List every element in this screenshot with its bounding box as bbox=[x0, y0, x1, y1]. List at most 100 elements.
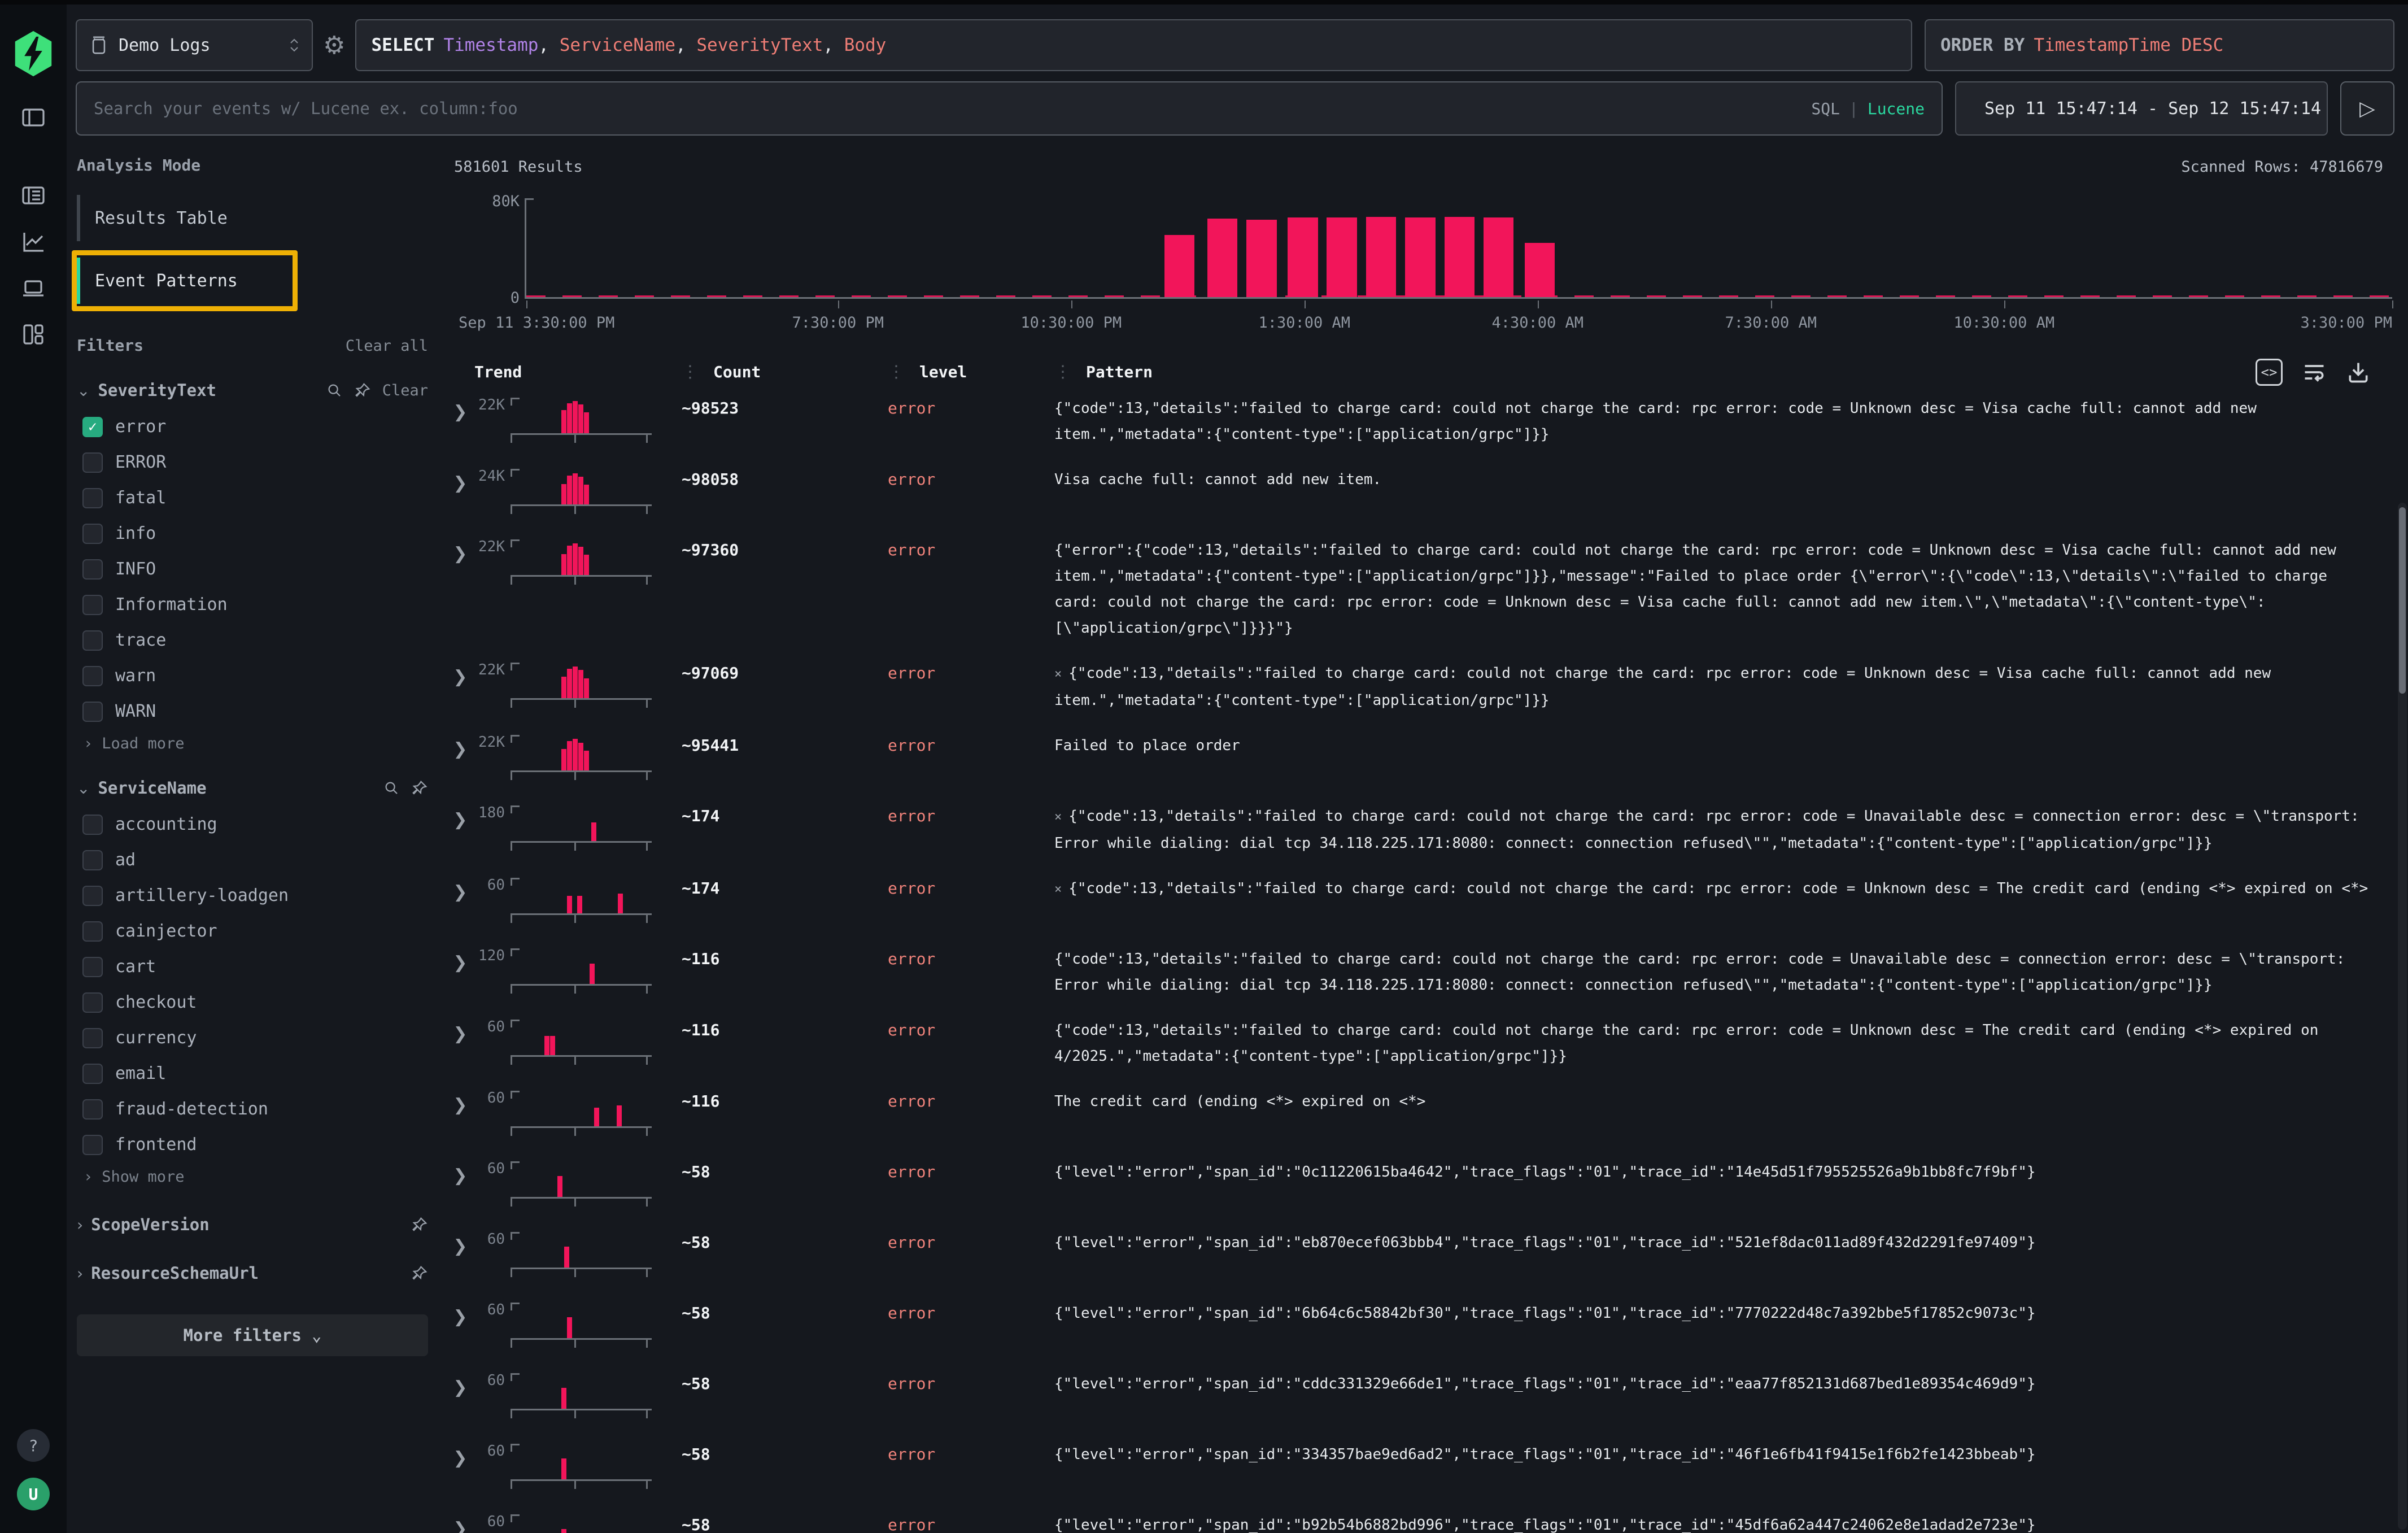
column-drag-handle-icon[interactable]: ⋮ bbox=[888, 362, 905, 382]
service-filter-option[interactable]: ad bbox=[77, 842, 428, 878]
pattern-cell[interactable]: The credit card (ending <*> expired on <… bbox=[1054, 1087, 2374, 1114]
checkbox-unchecked[interactable] bbox=[82, 452, 103, 473]
table-row[interactable]: ❯24K~98058errorVisa cache full: cannot a… bbox=[447, 456, 2408, 527]
checkbox-unchecked[interactable] bbox=[82, 815, 103, 835]
table-row[interactable]: ❯22K~95441errorFailed to place order bbox=[447, 722, 2408, 793]
checkbox-unchecked[interactable] bbox=[82, 886, 103, 906]
service-filter-option[interactable]: currency bbox=[77, 1020, 428, 1056]
pattern-cell[interactable]: {"level":"error","span_id":"b92b54b6882b… bbox=[1054, 1511, 2374, 1533]
checkbox-unchecked[interactable] bbox=[82, 850, 103, 870]
checkbox-checked[interactable]: ✓ bbox=[82, 417, 103, 437]
service-filter-option[interactable]: email bbox=[77, 1056, 428, 1091]
vertical-scrollbar[interactable] bbox=[2398, 503, 2407, 1530]
pin-icon[interactable] bbox=[411, 1265, 428, 1282]
clear-all-filters-button[interactable]: Clear all bbox=[346, 337, 428, 355]
severity-clear-button[interactable]: Clear bbox=[382, 382, 428, 399]
severity-filter-option[interactable]: INFO bbox=[77, 551, 428, 587]
gear-icon[interactable]: ⚙ bbox=[323, 31, 345, 60]
histogram-bar[interactable] bbox=[1405, 217, 1436, 297]
column-header-count[interactable]: ⋮Count bbox=[682, 362, 888, 382]
pattern-cell[interactable]: {"level":"error","span_id":"cddc331329e6… bbox=[1054, 1370, 2374, 1397]
severity-filter-option[interactable]: trace bbox=[77, 622, 428, 658]
row-expand-chevron-icon[interactable]: ❯ bbox=[447, 536, 473, 564]
row-expand-chevron-icon[interactable]: ❯ bbox=[447, 874, 473, 902]
severity-filter-option[interactable]: fatal bbox=[77, 480, 428, 516]
checkbox-unchecked[interactable] bbox=[82, 1099, 103, 1120]
row-expand-chevron-icon[interactable]: ❯ bbox=[447, 1299, 473, 1327]
table-row[interactable]: ❯60~116errorThe credit card (ending <*> … bbox=[447, 1078, 2408, 1149]
checkbox-unchecked[interactable] bbox=[82, 1064, 103, 1084]
severity-filter-option[interactable]: info bbox=[77, 516, 428, 551]
pattern-cell[interactable]: ×{"code":13,"details":"failed to charge … bbox=[1054, 874, 2374, 903]
text-wrap-icon[interactable] bbox=[2302, 360, 2327, 385]
date-range-picker[interactable]: Sep 11 15:47:14 - Sep 12 15:47:14 bbox=[1955, 81, 2328, 136]
histogram-bar[interactable] bbox=[1246, 220, 1277, 297]
more-filters-button[interactable]: More filters ⌄ bbox=[77, 1314, 428, 1356]
hyperdx-logo-icon[interactable] bbox=[9, 29, 58, 78]
row-expand-chevron-icon[interactable]: ❯ bbox=[447, 1016, 473, 1044]
pattern-cell[interactable]: {"code":13,"details":"failed to charge c… bbox=[1054, 1016, 2374, 1069]
checkbox-unchecked[interactable] bbox=[82, 992, 103, 1013]
row-expand-chevron-icon[interactable]: ❯ bbox=[447, 945, 473, 973]
checkbox-unchecked[interactable] bbox=[82, 524, 103, 544]
checkbox-unchecked[interactable] bbox=[82, 666, 103, 686]
search-input[interactable]: Search your events w/ Lucene ex. column:… bbox=[76, 81, 1943, 136]
scope-version-group[interactable]: › ScopeVersion bbox=[77, 1215, 428, 1234]
tab-event-patterns[interactable]: Event Patterns bbox=[77, 258, 293, 304]
histogram-bar[interactable] bbox=[1366, 217, 1397, 297]
pin-icon[interactable] bbox=[411, 779, 428, 796]
checkbox-unchecked[interactable] bbox=[82, 1028, 103, 1048]
service-filter-option[interactable]: fraud-detection bbox=[77, 1091, 428, 1127]
order-by-input[interactable]: ORDER BYTimestampTime DESC bbox=[1925, 19, 2394, 71]
table-row[interactable]: ❯180~174error×{"code":13,"details":"fail… bbox=[447, 793, 2408, 865]
help-button[interactable]: ? bbox=[17, 1429, 50, 1462]
tab-results-table[interactable]: Results Table bbox=[77, 195, 428, 241]
checkbox-unchecked[interactable] bbox=[82, 921, 103, 942]
pattern-cell[interactable]: {"level":"error","span_id":"0c11220615ba… bbox=[1054, 1158, 2374, 1185]
chart-explorer-nav-icon[interactable] bbox=[19, 227, 48, 256]
severity-filter-option[interactable]: ✓error bbox=[77, 409, 428, 445]
severity-filter-option[interactable]: ERROR bbox=[77, 445, 428, 480]
pattern-cell[interactable]: {"level":"error","span_id":"eb870ecef063… bbox=[1054, 1229, 2374, 1256]
sessions-nav-icon[interactable] bbox=[19, 273, 48, 303]
resource-schema-url-group[interactable]: › ResourceSchemaUrl bbox=[77, 1264, 428, 1283]
user-avatar[interactable]: U bbox=[17, 1478, 50, 1510]
pattern-cell[interactable]: ×{"code":13,"details":"failed to charge … bbox=[1054, 802, 2374, 856]
scrollbar-thumb[interactable] bbox=[2399, 507, 2406, 694]
checkbox-unchecked[interactable] bbox=[82, 488, 103, 508]
column-drag-handle-icon[interactable]: ⋮ bbox=[1054, 362, 1071, 382]
table-row[interactable]: ❯60~58error{"level":"error","span_id":"e… bbox=[447, 1220, 2408, 1290]
results-histogram[interactable]: 80K 0 Sep 11 3:30:00 PM7:30:00 PM10:30:0… bbox=[454, 198, 2392, 332]
histogram-bar[interactable] bbox=[1164, 235, 1195, 297]
table-row[interactable]: ❯22K~98523error{"code":13,"details":"fai… bbox=[447, 385, 2408, 456]
service-filter-option[interactable]: frontend bbox=[77, 1127, 428, 1162]
column-header-level[interactable]: ⋮level bbox=[888, 362, 1054, 382]
chevron-down-icon[interactable]: ⌄ bbox=[77, 779, 90, 798]
pattern-cell[interactable]: {"code":13,"details":"failed to charge c… bbox=[1054, 394, 2374, 447]
checkbox-unchecked[interactable] bbox=[82, 559, 103, 580]
pattern-cell[interactable]: {"code":13,"details":"failed to charge c… bbox=[1054, 945, 2374, 998]
language-lucene-option[interactable]: Lucene bbox=[1868, 99, 1925, 118]
row-expand-chevron-icon[interactable]: ❯ bbox=[447, 1511, 473, 1533]
row-expand-chevron-icon[interactable]: ❯ bbox=[447, 1370, 473, 1397]
pattern-cell[interactable]: Visa cache full: cannot add new item. bbox=[1054, 465, 2374, 493]
severity-filter-option[interactable]: warn bbox=[77, 658, 428, 694]
run-query-button[interactable]: ▷ bbox=[2340, 81, 2394, 136]
dashboards-nav-icon[interactable] bbox=[19, 320, 48, 349]
source-selector[interactable]: Demo Logs bbox=[76, 19, 313, 71]
histogram-bar[interactable] bbox=[1288, 217, 1318, 297]
column-drag-handle-icon[interactable]: ⋮ bbox=[682, 362, 699, 382]
checkbox-unchecked[interactable] bbox=[82, 630, 103, 651]
search-logs-nav-icon[interactable] bbox=[19, 181, 48, 210]
select-query-input[interactable]: SELECTTimestamp, ServiceName, SeverityTe… bbox=[355, 19, 1912, 71]
pattern-cell[interactable]: {"level":"error","span_id":"6b64c6c58842… bbox=[1054, 1299, 2374, 1326]
service-filter-option[interactable]: checkout bbox=[77, 985, 428, 1020]
row-expand-chevron-icon[interactable]: ❯ bbox=[447, 802, 473, 830]
pin-icon[interactable] bbox=[411, 1216, 428, 1233]
checkbox-unchecked[interactable] bbox=[82, 702, 103, 722]
table-row[interactable]: ❯120~116error{"code":13,"details":"faile… bbox=[447, 936, 2408, 1007]
histogram-bar[interactable] bbox=[1445, 217, 1475, 297]
table-row[interactable]: ❯22K~97360error{"error":{"code":13,"deta… bbox=[447, 527, 2408, 650]
pattern-cell[interactable]: ×{"code":13,"details":"failed to charge … bbox=[1054, 659, 2374, 713]
column-header-pattern[interactable]: ⋮Pattern bbox=[1054, 362, 2374, 382]
